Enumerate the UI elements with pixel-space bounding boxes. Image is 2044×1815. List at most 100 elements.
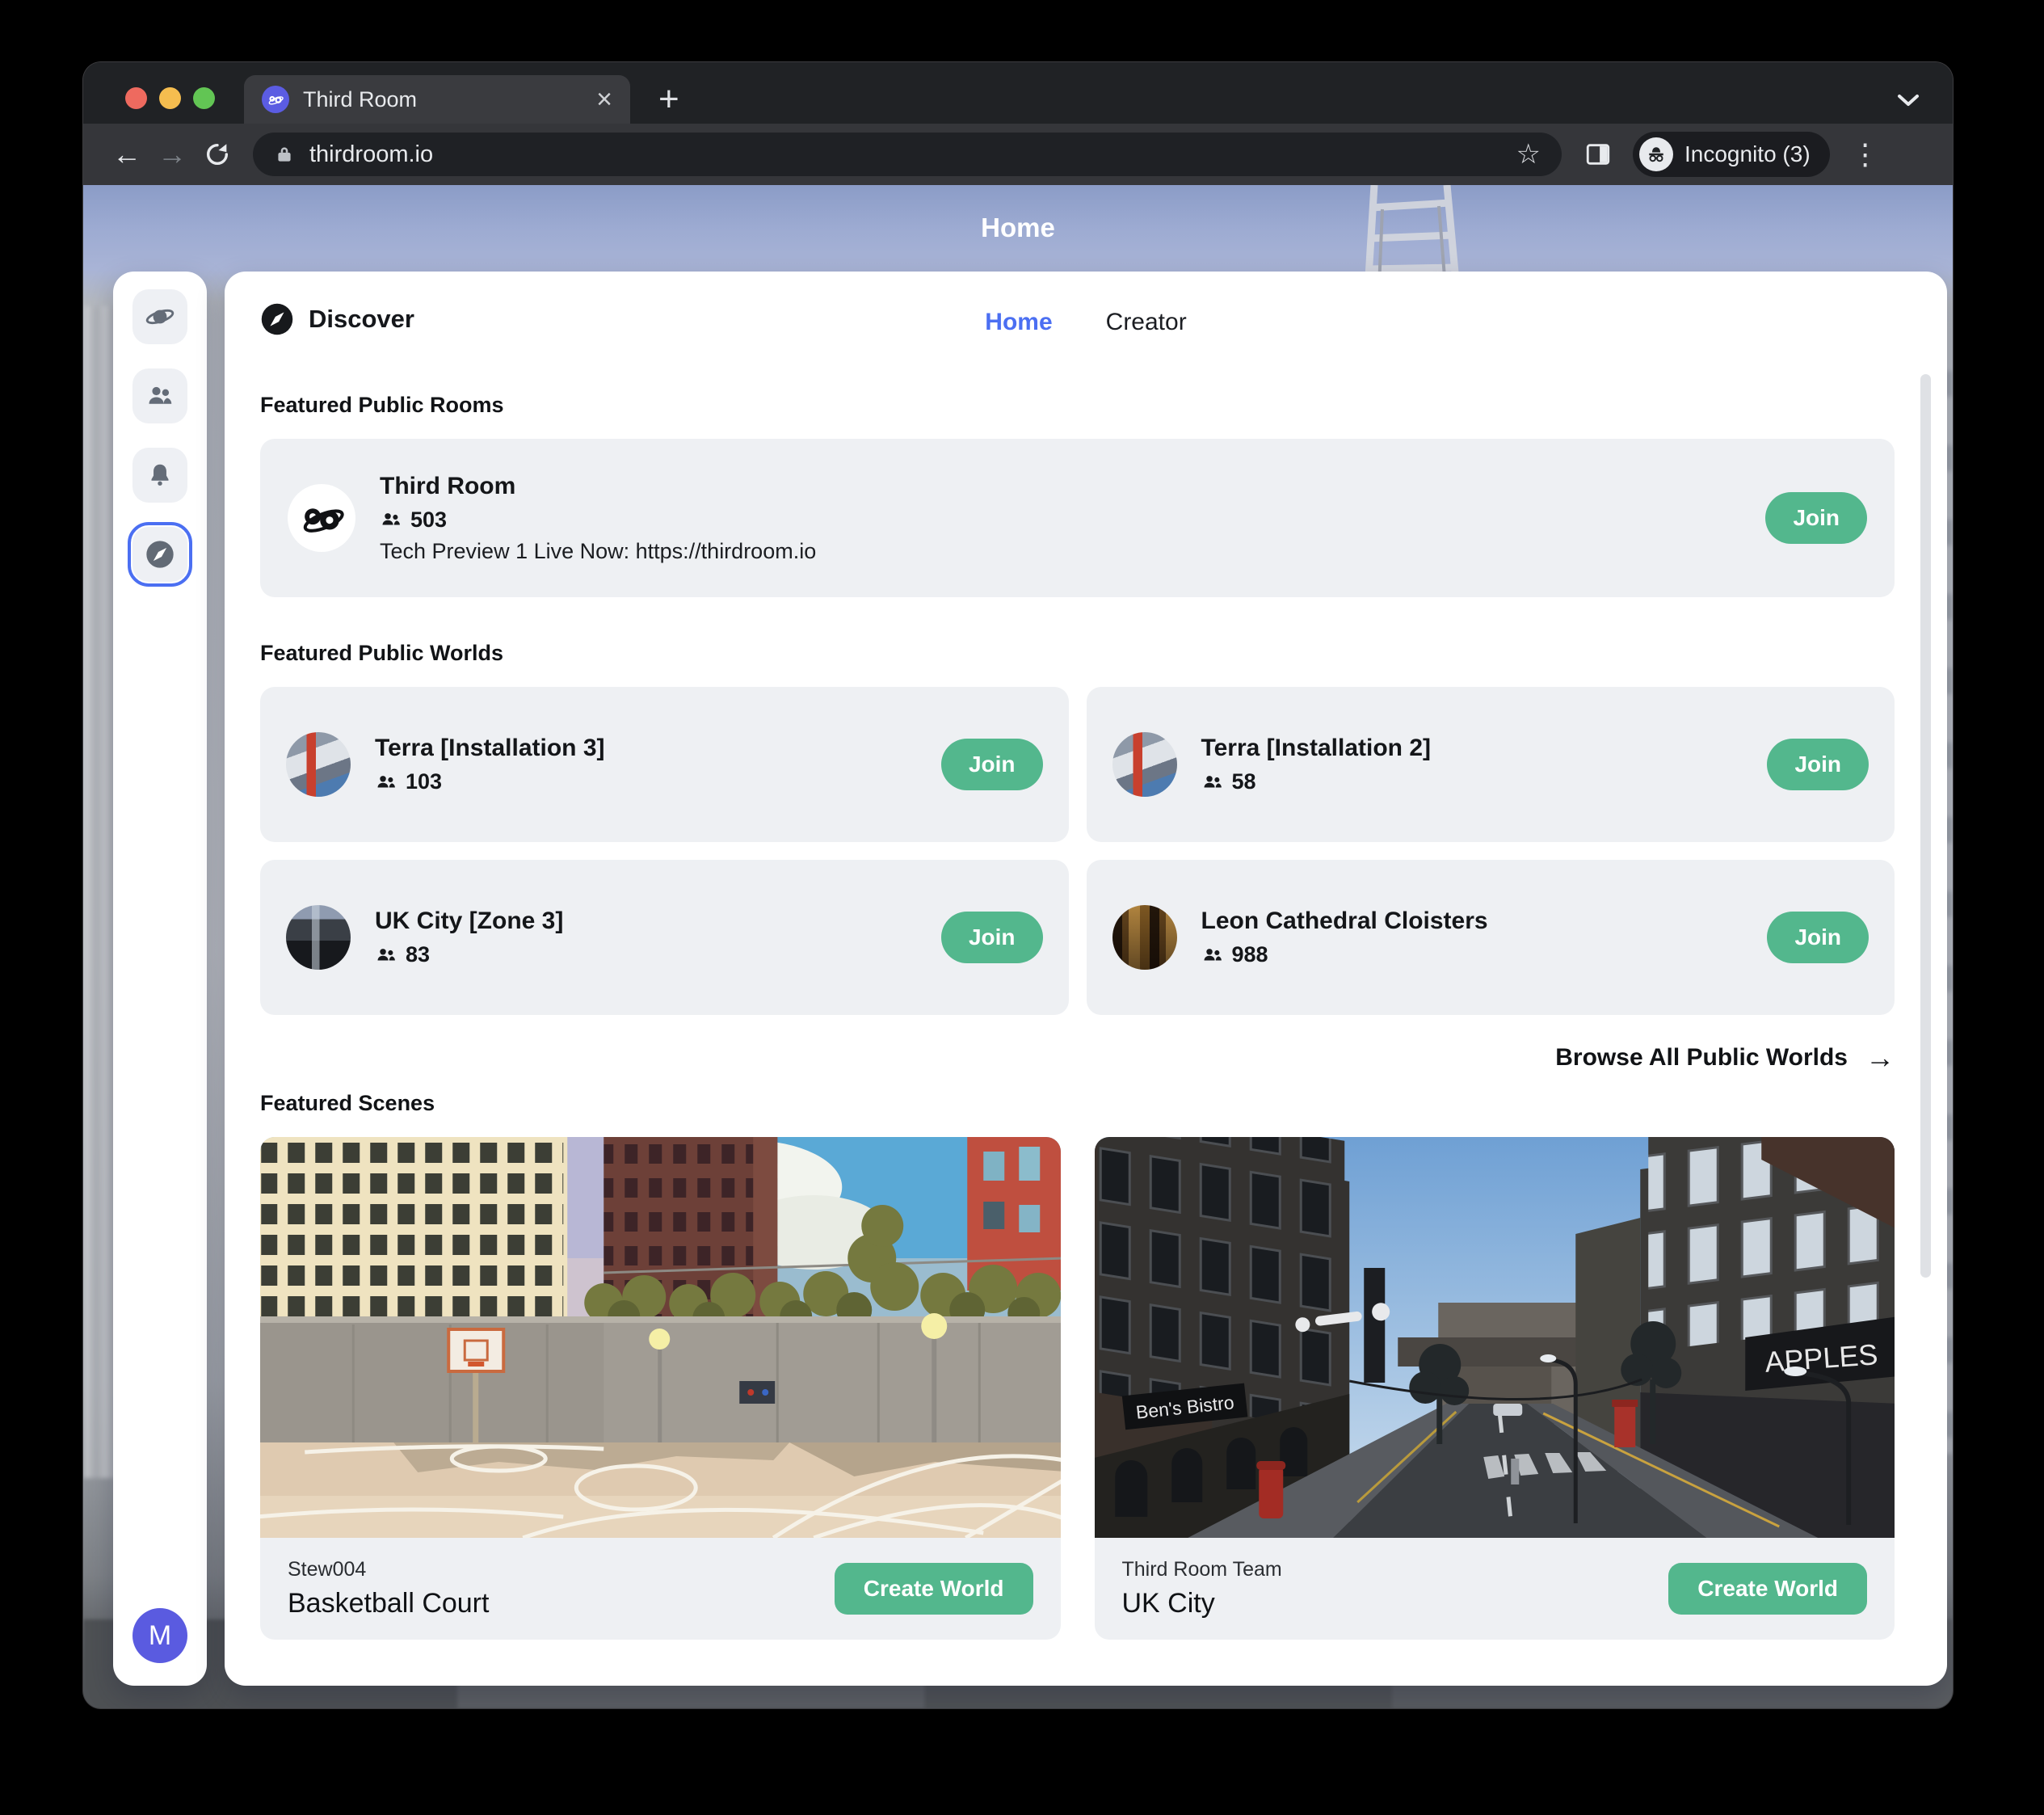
discover-compass-icon	[260, 302, 294, 336]
sidebar-item-friends[interactable]	[132, 368, 187, 423]
room-card-third-room: Third Room 503 Tech Preview 1 Live Now: …	[260, 439, 1895, 597]
discover-title: Discover	[309, 305, 414, 334]
scene-meta: Third Room Team UK City	[1122, 1558, 1282, 1619]
members-icon	[380, 508, 402, 531]
world-members: 103	[375, 769, 605, 794]
world-avatar	[1112, 905, 1177, 970]
back-icon[interactable]: ←	[104, 140, 149, 169]
panel-scrollbar-thumb[interactable]	[1920, 374, 1931, 1278]
close-window-button[interactable]	[125, 87, 147, 109]
members-icon	[375, 944, 397, 966]
tab-creator[interactable]: Creator	[1106, 309, 1187, 336]
scene-card-basketball-court: Stew004 Basketball Court Create World	[260, 1137, 1061, 1640]
world-member-count: 83	[406, 942, 430, 967]
close-tab-icon[interactable]: ×	[596, 86, 612, 113]
tab-third-room[interactable]: Third Room ×	[244, 75, 630, 124]
world-card: Terra [Installation 2] 58 Join	[1087, 687, 1895, 842]
lock-icon	[274, 144, 295, 165]
incognito-badge[interactable]: Incognito (3)	[1633, 132, 1830, 177]
uk-city-scene-image: Ben's Bistro APPLES	[1095, 1137, 1895, 1538]
url-text: thirdroom.io	[309, 141, 433, 168]
world-name: Terra [Installation 3]	[375, 735, 605, 762]
discover-tabs: Home Creator	[985, 309, 1186, 336]
browser-window: Third Room × + ← → thirdroom.io ☆ Inc	[83, 62, 1953, 1708]
world-avatar	[286, 905, 351, 970]
join-world-button[interactable]: Join	[941, 739, 1043, 790]
join-world-button[interactable]: Join	[1767, 912, 1869, 963]
browser-toolbar: ← → thirdroom.io ☆ Incognito (3) ⋮	[83, 124, 1953, 185]
reload-icon[interactable]	[195, 141, 240, 168]
join-world-button[interactable]: Join	[1767, 739, 1869, 790]
forward-icon[interactable]: →	[149, 140, 195, 169]
world-members: 58	[1201, 769, 1432, 794]
compass-icon	[144, 538, 176, 571]
chevron-down-icon[interactable]	[1895, 91, 1922, 109]
join-room-button[interactable]: Join	[1765, 492, 1867, 544]
third-room-logo-avatar	[288, 484, 355, 552]
left-sidebar: M	[113, 272, 207, 1686]
minimize-window-button[interactable]	[159, 87, 181, 109]
featured-scenes-heading: Featured Scenes	[260, 1091, 1895, 1116]
incognito-label: Incognito (3)	[1684, 141, 1811, 167]
world-card: Terra [Installation 3] 103 Join	[260, 687, 1069, 842]
world-members: 83	[375, 942, 563, 967]
room-member-count: 503	[410, 507, 447, 533]
world-member-count: 58	[1232, 769, 1256, 794]
new-tab-button[interactable]: +	[658, 82, 679, 117]
user-avatar[interactable]: M	[132, 1608, 187, 1663]
arrow-right-icon: →	[1865, 1041, 1895, 1075]
tab-home[interactable]: Home	[985, 309, 1052, 336]
scene-meta: Stew004 Basketball Court	[288, 1558, 489, 1619]
sidebar-item-notifications[interactable]	[132, 448, 187, 503]
room-info: Third Room 503 Tech Preview 1 Live Now: …	[380, 473, 816, 564]
room-members: 503	[380, 507, 816, 533]
more-menu-icon[interactable]: ⋮	[1849, 137, 1882, 171]
people-icon	[145, 381, 175, 411]
scene-author: Third Room Team	[1122, 1558, 1282, 1581]
featured-worlds-heading: Featured Public Worlds	[260, 641, 1895, 666]
tab-title: Third Room	[303, 87, 417, 112]
world-member-count: 988	[1232, 942, 1268, 967]
world-name: Leon Cathedral Cloisters	[1201, 908, 1488, 935]
world-member-count: 103	[406, 769, 442, 794]
world-info: UK City [Zone 3] 83	[375, 908, 563, 967]
members-icon	[1201, 944, 1224, 966]
url-bar[interactable]: thirdroom.io ☆	[253, 133, 1562, 176]
sidebar-item-discover[interactable]	[132, 527, 187, 582]
create-world-button[interactable]: Create World	[835, 1563, 1033, 1615]
bookmark-star-icon[interactable]: ☆	[1516, 138, 1541, 171]
sidebar-item-worlds[interactable]	[132, 289, 187, 344]
incognito-spy-icon	[1639, 137, 1673, 171]
traffic-lights	[125, 87, 215, 109]
world-info: Terra [Installation 3] 103	[375, 735, 605, 794]
world-members: 988	[1201, 942, 1488, 967]
scene-name: UK City	[1122, 1588, 1282, 1619]
world-avatar	[1112, 732, 1177, 797]
room-name: Third Room	[380, 473, 816, 500]
members-icon	[1201, 771, 1224, 794]
side-panel-icon[interactable]	[1584, 141, 1612, 168]
members-icon	[375, 771, 397, 794]
room-description: Tech Preview 1 Live Now: https://thirdro…	[380, 539, 816, 564]
page-header-title: Home	[83, 185, 1953, 271]
zoom-window-button[interactable]	[193, 87, 215, 109]
discover-sections: Featured Public Rooms Third Room 503 Tec…	[260, 393, 1895, 1686]
join-world-button[interactable]: Join	[941, 912, 1043, 963]
world-card: UK City [Zone 3] 83 Join	[260, 860, 1069, 1015]
scene-card-uk-city: Ben's Bistro APPLES	[1095, 1137, 1895, 1640]
scenes-grid: Stew004 Basketball Court Create World	[260, 1137, 1895, 1686]
world-card: Leon Cathedral Cloisters 988 Join	[1087, 860, 1895, 1015]
browse-all-public-worlds[interactable]: Browse All Public Worlds →	[260, 1034, 1895, 1081]
world-avatar	[286, 732, 351, 797]
world-name: UK City [Zone 3]	[375, 908, 563, 935]
bell-icon	[145, 461, 175, 490]
world-info: Terra [Installation 2] 58	[1201, 735, 1432, 794]
scene-footer: Stew004 Basketball Court Create World	[260, 1538, 1061, 1640]
world-info: Leon Cathedral Cloisters 988	[1201, 908, 1488, 967]
browse-all-label: Browse All Public Worlds	[1555, 1044, 1848, 1072]
planet-icon	[145, 302, 175, 331]
create-world-button[interactable]: Create World	[1668, 1563, 1867, 1615]
world-name: Terra [Installation 2]	[1201, 735, 1432, 762]
tab-strip: Third Room × +	[83, 62, 1953, 124]
scene-footer: Third Room Team UK City Create World	[1095, 1538, 1895, 1640]
